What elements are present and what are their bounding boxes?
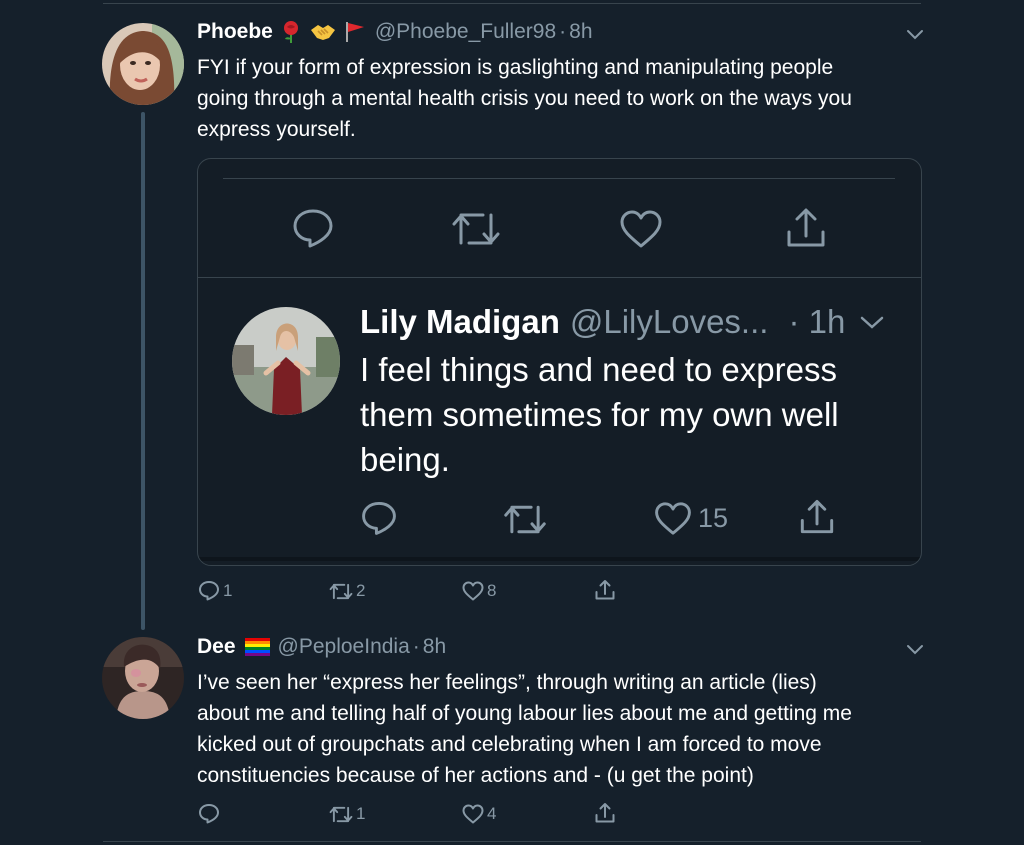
embedded-username-handle: @LilyLoves...: [569, 303, 769, 340]
username-handle[interactable]: @PeploeIndia: [278, 635, 410, 659]
reply-count: 1: [223, 580, 233, 600]
embed-mid-divider: [198, 277, 921, 278]
rose-emoji: [279, 20, 303, 44]
embedded-text-line: I feel things and need to express: [360, 351, 837, 388]
tweet-text-line: going through a mental health crisis you…: [197, 87, 852, 110]
tweet-text-line: about me and telling half of young labou…: [197, 702, 852, 725]
display-name[interactable]: Phoebe: [197, 20, 273, 44]
red-flag-emoji: [343, 20, 367, 44]
embedded-chevron-down-icon: [859, 314, 885, 330]
tweet-phoebe[interactable]: Phoebe @Phoebe_Fuller98 · 8h FYI if your…: [0, 0, 1024, 630]
embedded-text-line: them sometimes for my own well: [360, 396, 839, 433]
embed-top-divider: [223, 178, 895, 179]
retweet-button[interactable]: 2: [329, 581, 365, 601]
tweet-header: Phoebe @Phoebe_Fuller98 · 8h: [197, 20, 593, 44]
tweet-text: I’ve seen her “express her feelings”, th…: [197, 667, 957, 791]
embedded-share-icon: [798, 498, 836, 536]
like-count: 4: [487, 804, 497, 823]
retweet-count: 1: [356, 804, 366, 823]
embed-bottom-divider: [198, 557, 921, 561]
tweet-dee[interactable]: Dee @PeploeIndia · 8h I’ve seen her “exp…: [0, 620, 1024, 845]
embedded-retweet-icon: [503, 502, 547, 537]
embedded-like-icon: 15: [654, 501, 728, 536]
timestamp[interactable]: 8h: [569, 20, 592, 44]
separator-dot: ·: [412, 635, 420, 658]
embedded-reply-icon: [360, 500, 398, 536]
like-count: 8: [487, 581, 497, 600]
tweet-text-line: express yourself.: [197, 118, 356, 141]
timestamp[interactable]: 8h: [423, 635, 446, 659]
embedded-tweet-text: I feel things and need to express them s…: [360, 347, 900, 482]
bottom-divider: [103, 841, 921, 842]
embedded-display-name: Lily Madigan: [360, 303, 560, 340]
reply-button[interactable]: 1: [198, 580, 232, 601]
reply-button[interactable]: [198, 803, 223, 824]
display-name[interactable]: Dee: [197, 635, 236, 659]
embed-retweet-icon: [451, 209, 501, 249]
handshake-emoji: [309, 20, 337, 44]
embedded-tweet-header: Lily Madigan @LilyLoves... · 1h: [360, 303, 885, 341]
embedded-like-count: 15: [698, 503, 729, 533]
avatar-lily: [232, 307, 340, 415]
tweet-text-line: FYI if your form of expression is gaslig…: [197, 56, 834, 79]
rainbow-flag-emoji: [244, 637, 270, 657]
like-button[interactable]: 8: [462, 581, 496, 601]
tweet-text-line: kicked out of groupchats and celebrating…: [197, 733, 822, 756]
embed-like-icon: [619, 209, 663, 249]
embedded-text-line: being.: [360, 441, 450, 478]
embedded-timestamp: · 1h: [788, 303, 846, 340]
tweet-text-line: constituencies because of her actions an…: [197, 764, 754, 787]
share-button[interactable]: [594, 579, 616, 601]
tweet-header: Dee @PeploeIndia · 8h: [197, 635, 446, 659]
like-button[interactable]: 4: [462, 804, 496, 824]
embed-share-icon: [784, 206, 828, 250]
thread-connector-line: [141, 112, 145, 630]
retweet-count: 2: [356, 581, 366, 600]
avatar-phoebe[interactable]: [102, 23, 184, 105]
avatar-dee[interactable]: [102, 637, 184, 719]
tweet-text-line: I’ve seen her “express her feelings”, th…: [197, 671, 817, 694]
chevron-down-icon[interactable]: [905, 642, 925, 661]
chevron-down-icon[interactable]: [905, 27, 925, 46]
retweet-button[interactable]: 1: [329, 804, 365, 824]
embed-reply-icon: [291, 207, 335, 249]
username-handle[interactable]: @Phoebe_Fuller98: [375, 20, 556, 44]
tweet-text: FYI if your form of expression is gaslig…: [197, 52, 927, 145]
share-button[interactable]: [594, 802, 616, 824]
separator-dot: ·: [559, 20, 567, 43]
attached-screenshot-image[interactable]: Lily Madigan @LilyLoves... · 1h I feel t…: [197, 158, 922, 566]
